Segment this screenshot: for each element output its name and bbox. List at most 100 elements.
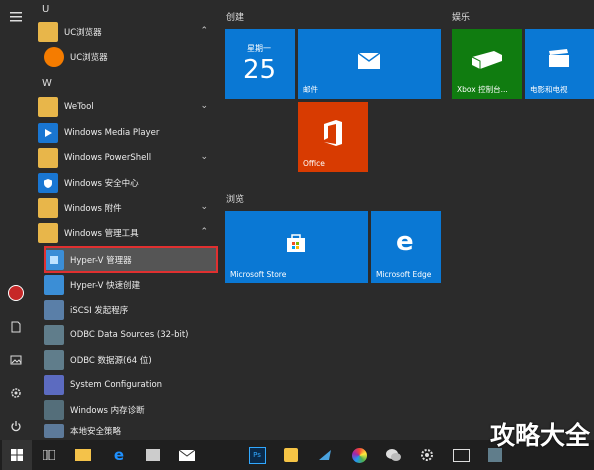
store-bag-icon [287, 234, 305, 252]
list-item-accessories[interactable]: Windows 附件 ⌄ [38, 196, 218, 220]
tile-label: 邮件 [303, 85, 318, 94]
store-tile[interactable]: Microsoft Store [225, 211, 368, 283]
list-item-memory-diag[interactable]: Windows 内存诊断 [44, 398, 224, 422]
tile-label: Office [303, 159, 325, 168]
chevron-up-icon: ⌃ [200, 227, 208, 237]
list-item-label: Windows Media Player [64, 128, 160, 138]
settings-taskbar-icon[interactable] [412, 440, 442, 470]
mail-taskbar-icon[interactable] [172, 440, 202, 470]
list-item-label: Windows 附件 [64, 204, 122, 214]
folder-icon [38, 223, 58, 243]
list-item-odbc32[interactable]: ODBC Data Sources (32-bit) [44, 323, 224, 347]
list-item-label: Windows 管理工具 [64, 229, 139, 239]
xbox-tile[interactable]: Xbox 控制台... [452, 29, 522, 99]
list-item-label: Windows 安全中心 [64, 179, 139, 189]
tile-label: 电影和电视 [530, 85, 568, 94]
odbc-icon [44, 325, 64, 345]
system-config-icon [44, 375, 64, 395]
list-item-label: ODBC Data Sources (32-bit) [70, 330, 189, 340]
list-item-label: System Configuration [70, 380, 163, 390]
office-icon [324, 120, 342, 146]
uc-browser-icon [44, 47, 64, 67]
list-item-media-player[interactable]: Windows Media Player [38, 121, 218, 145]
edge-icon: e [396, 227, 414, 257]
list-item-local-security[interactable]: 本地安全策略 [44, 422, 224, 440]
list-item-system-config[interactable]: System Configuration [44, 373, 224, 397]
film-icon [549, 49, 569, 67]
browser-colorful-icon[interactable] [344, 440, 374, 470]
list-item-label: 本地安全策略 [70, 427, 122, 437]
hamburger-menu-icon[interactable] [0, 2, 32, 32]
settings-gear-icon[interactable] [0, 378, 32, 408]
list-item-label: Windows PowerShell [64, 153, 152, 163]
notes-app-icon[interactable] [276, 440, 306, 470]
file-explorer-icon[interactable] [68, 440, 98, 470]
tile-label: Microsoft Store [230, 270, 287, 279]
list-item-label: iSCSI 发起程序 [70, 306, 129, 316]
store-taskbar-icon[interactable] [138, 440, 168, 470]
list-item-admin-tools[interactable]: Windows 管理工具 ⌃ [38, 221, 218, 245]
letter-header-u[interactable]: U [42, 4, 49, 15]
shield-icon [38, 173, 58, 193]
group-title-entertain[interactable]: 娱乐 [452, 10, 470, 23]
list-item-label: Hyper-V 管理器 [70, 255, 132, 266]
letter-header-w[interactable]: W [42, 78, 52, 89]
start-rail [0, 0, 32, 440]
calendar-day: 星期一 [247, 44, 271, 53]
list-item-hyperv-manager[interactable]: Hyper-V 管理器 [44, 246, 218, 273]
list-item-label: UC浏览器 [70, 53, 108, 63]
movies-tile[interactable]: 电影和电视 [525, 29, 594, 99]
list-item-uc-browser-app[interactable]: UC浏览器 [44, 45, 224, 69]
group-title-create[interactable]: 创建 [226, 10, 244, 23]
folder-icon [38, 198, 58, 218]
group-title-browse[interactable]: 浏览 [226, 192, 244, 205]
chevron-down-icon: ⌄ [200, 101, 208, 111]
list-item-label: ODBC 数据源(64 位) [70, 356, 152, 366]
media-player-icon [38, 123, 58, 143]
documents-icon[interactable] [0, 312, 32, 342]
list-item-label: UC浏览器 [64, 28, 102, 38]
xbox-console-icon [471, 51, 502, 69]
calendar-date: 25 [243, 55, 277, 85]
folder-icon [38, 97, 58, 117]
list-item-security-center[interactable]: Windows 安全中心 [38, 171, 218, 195]
windows-start-icon[interactable] [2, 440, 32, 470]
pictures-icon[interactable] [0, 345, 32, 375]
list-item-odbc64[interactable]: ODBC 数据源(64 位) [44, 348, 224, 372]
hyperv-icon [44, 249, 64, 270]
task-view-icon[interactable] [34, 440, 64, 470]
power-icon[interactable] [0, 411, 32, 441]
chevron-up-icon: ⌃ [200, 26, 208, 36]
mail-icon [358, 53, 380, 69]
list-item-label: WeTool [64, 102, 94, 112]
calendar-tile[interactable]: 星期一 25 [225, 29, 295, 99]
list-item-powershell[interactable]: Windows PowerShell ⌄ [38, 146, 218, 170]
list-item-label: Hyper-V 快速创建 [70, 281, 141, 291]
office-tile[interactable]: Office [298, 102, 368, 172]
bird-app-icon[interactable] [310, 440, 340, 470]
photoshop-icon[interactable]: Ps [242, 440, 272, 470]
list-item-label: Windows 内存诊断 [70, 406, 145, 416]
chevron-down-icon: ⌄ [200, 152, 208, 162]
edge-taskbar-icon[interactable]: e [104, 440, 134, 470]
tile-label: Xbox 控制台... [457, 85, 508, 94]
memory-diagnostic-icon [44, 400, 64, 420]
hyperv-quick-create-icon [44, 275, 64, 295]
list-item-hyperv-quick[interactable]: Hyper-V 快速创建 [44, 273, 224, 297]
odbc-icon [44, 350, 64, 370]
start-menu: U UC浏览器 ⌃ UC浏览器 W WeTool ⌄ Windows Media… [0, 0, 594, 440]
tile-label: Microsoft Edge [376, 270, 432, 279]
edge-tile[interactable]: e Microsoft Edge [371, 211, 441, 283]
local-security-icon [44, 424, 64, 438]
list-item-wetool[interactable]: WeTool ⌄ [38, 95, 218, 119]
iscsi-icon [44, 300, 64, 320]
remote-desktop-icon[interactable] [446, 440, 476, 470]
app-list: U UC浏览器 ⌃ UC浏览器 W WeTool ⌄ Windows Media… [32, 0, 218, 440]
chevron-down-icon: ⌄ [200, 202, 208, 212]
list-item-iscsi[interactable]: iSCSI 发起程序 [44, 298, 224, 322]
list-item-uc-browser[interactable]: UC浏览器 ⌃ [38, 20, 218, 44]
wechat-icon[interactable] [378, 440, 408, 470]
user-avatar[interactable] [0, 278, 32, 308]
folder-icon [38, 148, 58, 168]
mail-tile[interactable]: 邮件 [298, 29, 441, 99]
